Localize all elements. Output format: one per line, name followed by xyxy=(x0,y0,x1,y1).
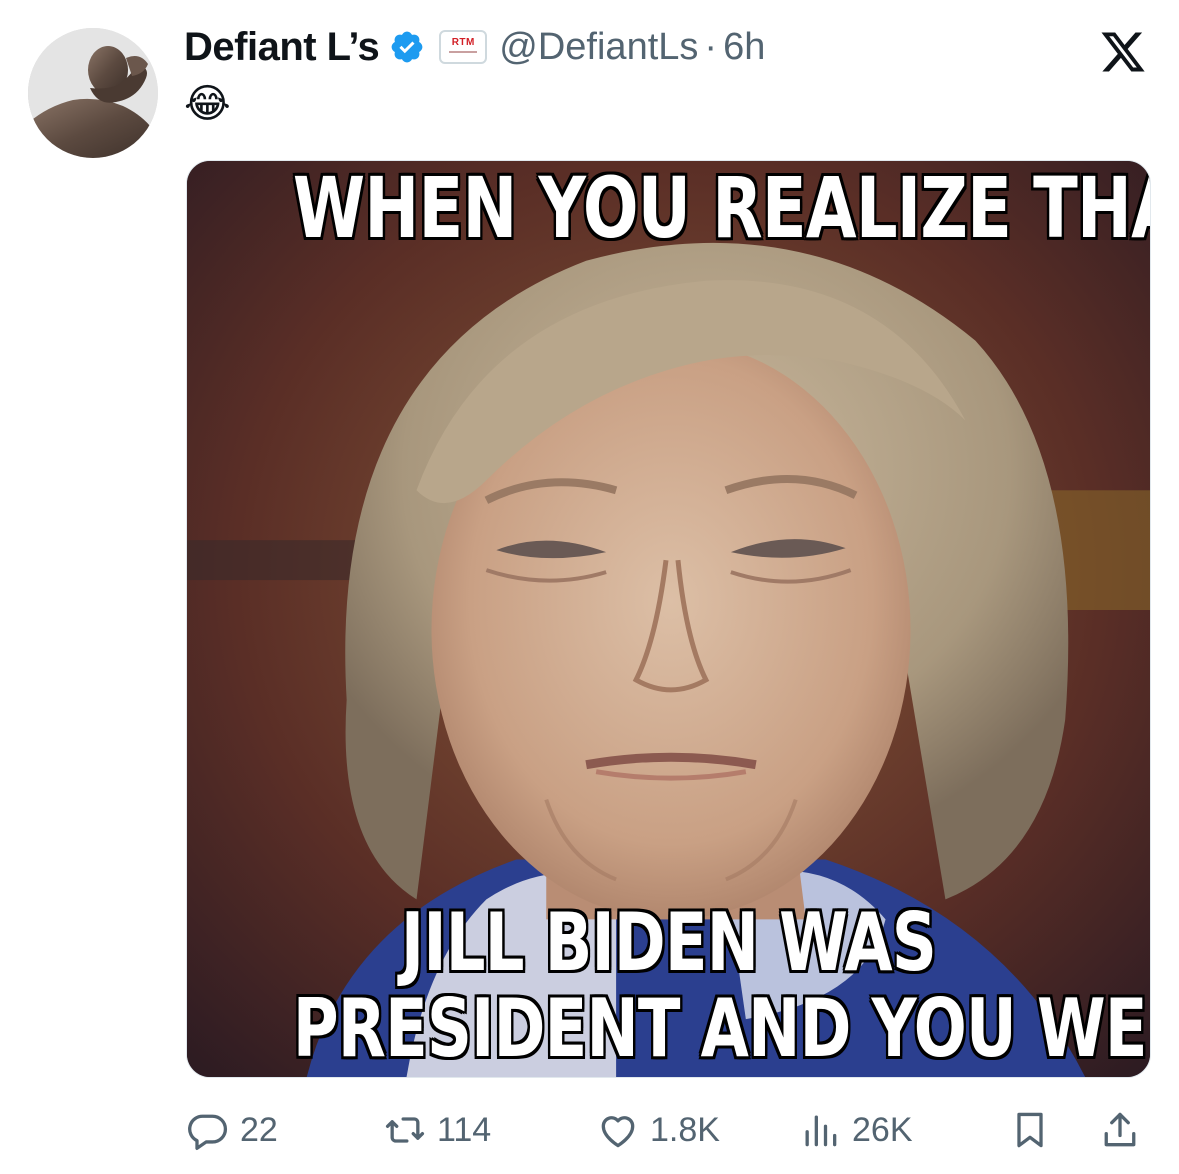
heart-icon xyxy=(601,1116,635,1148)
tweet-text: 😂 xyxy=(184,82,231,126)
bookmark-icon xyxy=(1017,1112,1043,1148)
reply-icon xyxy=(188,1114,228,1150)
like-button[interactable]: 1.8K xyxy=(596,1100,720,1160)
meme-caption-bottom-line1: JILL BIDEN WAS xyxy=(400,896,937,989)
views-button[interactable]: 26K xyxy=(798,1100,913,1160)
repost-count: 114 xyxy=(437,1110,492,1149)
repost-icon xyxy=(385,1117,425,1143)
affiliate-badge-underline xyxy=(449,51,478,53)
share-button[interactable] xyxy=(1098,1100,1142,1160)
tweet-card[interactable]: Defiant L’s RTM @DefiantLs · 6h 😂 WHEN Y… xyxy=(0,0,1179,1174)
avatar-image xyxy=(28,28,158,158)
meme-caption-bottom-line2: PRESIDENT AND YOU WEREN'T xyxy=(292,982,1150,1075)
bookmark-button[interactable] xyxy=(1008,1100,1052,1160)
separator-dot: · xyxy=(704,25,718,68)
reply-count: 22 xyxy=(240,1110,278,1149)
affiliate-badge[interactable]: RTM xyxy=(439,30,488,64)
tweet-header: Defiant L’s RTM @DefiantLs · 6h xyxy=(184,22,765,72)
display-name[interactable]: Defiant L’s xyxy=(184,25,380,70)
affiliate-badge-label: RTM xyxy=(451,37,475,48)
verified-badge-icon[interactable] xyxy=(389,29,425,65)
x-logo-icon xyxy=(1101,32,1145,72)
tweet-media-image[interactable]: WHEN YOU REALIZE THAT JILL BIDEN WAS PRE… xyxy=(186,160,1151,1078)
tweet-time[interactable]: 6h xyxy=(723,26,765,69)
views-icon xyxy=(805,1115,837,1147)
avatar[interactable] xyxy=(28,28,158,158)
view-count: 26K xyxy=(852,1110,913,1149)
action-bar: 22 114 1.8K 26K xyxy=(186,1100,1151,1160)
reply-button[interactable]: 22 xyxy=(186,1100,278,1160)
meme-caption-top: WHEN YOU REALIZE THAT xyxy=(292,160,1151,257)
like-count: 1.8K xyxy=(650,1110,720,1149)
author-handle[interactable]: @DefiantLs xyxy=(499,26,698,69)
repost-button[interactable]: 114 xyxy=(383,1100,491,1160)
share-icon xyxy=(1104,1112,1136,1147)
